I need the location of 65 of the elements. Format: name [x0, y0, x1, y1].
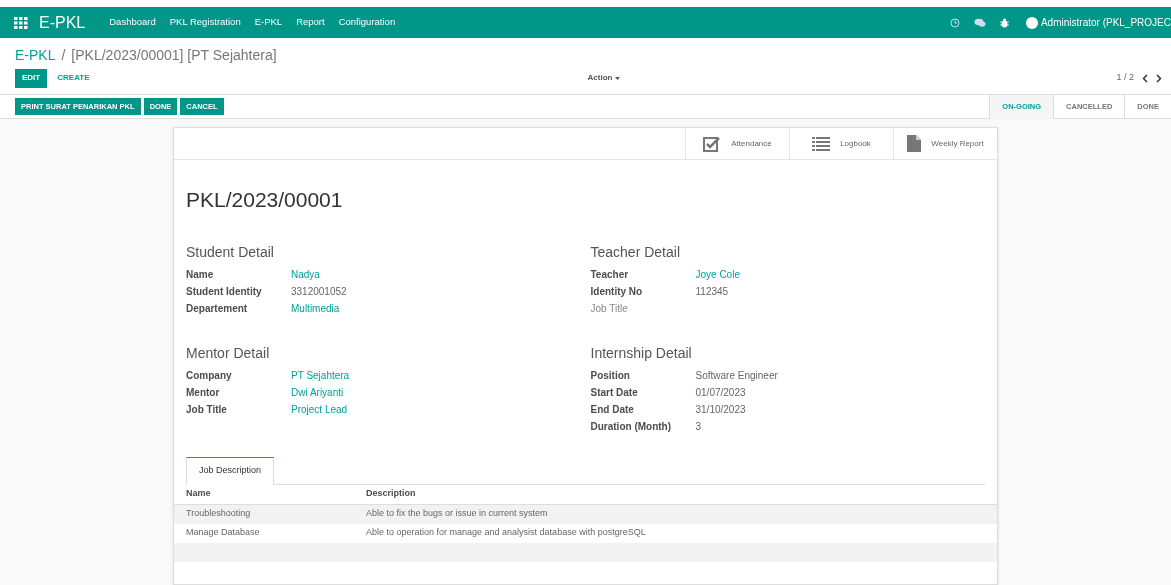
menu-item[interactable]: E-PKL: [254, 15, 283, 30]
file-icon: [907, 135, 922, 152]
smart-button[interactable]: Weekly Report: [893, 128, 997, 159]
field-label: Teacher: [590, 267, 630, 282]
checkbox-icon: [703, 135, 722, 152]
table-cell-text: Manage Database: [186, 526, 261, 540]
app-name[interactable]: E-PKL: [39, 10, 86, 35]
group-title: Mentor Detail: [186, 343, 271, 363]
breadcrumb-link[interactable]: E-PKL: [15, 44, 56, 66]
field-value: 3: [695, 419, 702, 434]
field-value: 3312001052: [291, 284, 347, 299]
smart-button[interactable]: Logbook: [789, 128, 893, 159]
field-label: Start Date: [590, 385, 639, 400]
field-label: Duration (Month): [590, 419, 673, 434]
group-title: Student Detail: [186, 242, 275, 262]
group-title: Internship Detail: [590, 343, 693, 363]
table-cell: Able to operation for manage and analysist database with postgreSQL: [366, 526, 646, 540]
field-link[interactable]: Project Lead: [291, 401, 348, 417]
create-button[interactable]: CREATE: [55, 68, 92, 88]
previous-icon[interactable]: [1142, 73, 1148, 83]
field-value: 31/10/2023: [695, 402, 746, 417]
field-label: Position: [590, 368, 631, 383]
field-label: Job Title: [590, 301, 629, 316]
field-link[interactable]: Multimedia: [291, 300, 340, 316]
menu-item[interactable]: Configuration: [338, 15, 396, 30]
field-link[interactable]: Joye Cole: [695, 266, 740, 282]
smart-button[interactable]: Attendance: [685, 128, 789, 159]
list-icon: [812, 136, 831, 151]
edit-button[interactable]: EDIT: [15, 68, 48, 88]
field-label: Job Title: [186, 402, 228, 417]
bug-icon[interactable]: [999, 17, 1009, 28]
column-header: Name: [186, 487, 212, 501]
user-menu[interactable]: Administrator (PKL_PROJEC: [1040, 15, 1171, 30]
field-link[interactable]: PT Sejahtera: [291, 367, 350, 383]
field-label: Departement: [186, 301, 249, 316]
group-title: Teacher Detail: [590, 242, 681, 262]
field-link[interactable]: Dwi Ariyanti: [291, 384, 344, 400]
action-dropdown[interactable]: Action: [587, 72, 613, 84]
menu-item[interactable]: PKL Registration: [169, 15, 241, 30]
field-label: Student Identity: [186, 284, 263, 299]
field-label: Company: [186, 368, 233, 383]
menu-item[interactable]: Report: [296, 15, 325, 30]
menu-item[interactable]: Dashboard: [109, 15, 156, 30]
column-header: Description: [366, 487, 416, 501]
table-cell: Able to fix the bugs or issue in current system: [366, 507, 548, 521]
field-link[interactable]: Nadya: [291, 266, 320, 282]
chat-icon[interactable]: [973, 17, 986, 28]
field-label: Name: [186, 267, 215, 282]
next-icon[interactable]: [1156, 73, 1162, 83]
field-label: Mentor: [186, 385, 221, 400]
breadcrumb-separator: /: [61, 45, 66, 65]
table-cell-text: Troubleshooting: [186, 507, 252, 521]
field-value: 112345: [695, 284, 729, 299]
field-label: End Date: [590, 402, 635, 417]
record-title: PKL/2023/00001: [186, 187, 344, 213]
field-value: Software Engineer: [695, 368, 778, 383]
clock-icon[interactable]: [949, 17, 960, 28]
apps-grid-icon[interactable]: [14, 16, 28, 29]
pager-value: 1 / 2: [1116, 71, 1134, 85]
caret-icon[interactable]: [615, 76, 621, 80]
field-value: 01/07/2023: [695, 385, 746, 400]
breadcrumb-current: [PKL/2023/00001] [PT Sejahtera]: [71, 45, 277, 65]
user-avatar[interactable]: [1025, 16, 1038, 29]
notebook-tab[interactable]: Job Description: [186, 456, 275, 485]
field-label: Identity No: [590, 284, 644, 299]
